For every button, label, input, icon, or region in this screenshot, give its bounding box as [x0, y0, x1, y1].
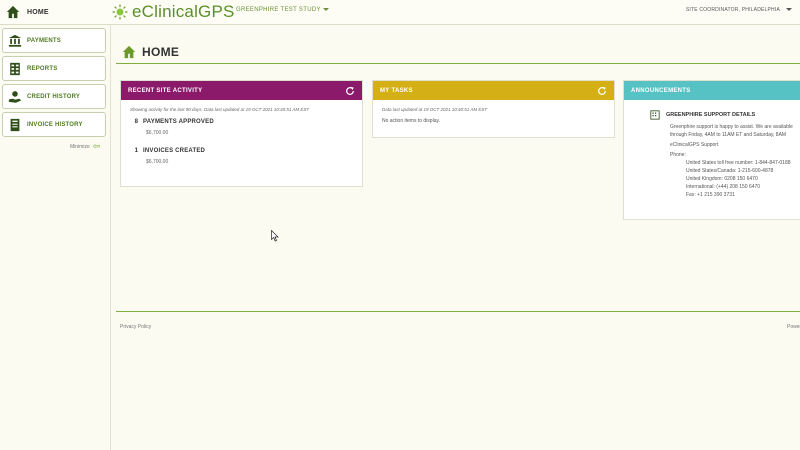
panel-title: ANNOUNCEMENTS	[631, 87, 691, 94]
study-name: GREENPHIRE TEST STUDY	[236, 7, 321, 13]
recent-activity-panel: RECENT SITE ACTIVITY Showing activity fo…	[120, 80, 363, 187]
minimize-label: Minimize	[70, 143, 90, 150]
hand-money-icon	[8, 90, 22, 103]
study-selector[interactable]: GREENPHIRE TEST STUDY	[236, 7, 329, 13]
panel-header: RECENT SITE ACTIVITY	[121, 81, 362, 100]
privacy-policy-link[interactable]: Privacy Policy	[120, 324, 151, 330]
user-menu[interactable]: SITE COORDINATOR, PHILADELPHIA	[686, 7, 792, 13]
sidebar-item-invoice-history[interactable]: INVOICE HISTORY	[2, 112, 106, 137]
brand-name: eClinicalGPS	[132, 2, 235, 21]
stat-invoices-created: 1 INVOICES CREATED	[130, 148, 353, 154]
refresh-icon[interactable]	[345, 86, 355, 96]
stat-count: 8	[134, 119, 138, 125]
tasks-note: Data last updated at 19 OCT 2021 10:40:5…	[382, 107, 488, 112]
phone-line: United States toll free number: 1-844-84…	[686, 160, 791, 166]
panel-body: Showing activity for the last 90 days. D…	[121, 100, 362, 172]
activity-note: Showing activity for the last 90 days. D…	[130, 107, 310, 112]
sidebar-item-label: INVOICE HISTORY	[27, 121, 83, 128]
user-role: SITE COORDINATOR, PHILADELPHIA	[685, 7, 780, 13]
arrow-left-icon: ⇦	[92, 141, 101, 151]
minimize-sidebar-button[interactable]: Minimize ⇦	[70, 141, 100, 152]
sidebar-item-label: PAYMENTS	[27, 37, 61, 44]
announcement-text: Greenphire support is happy to assist. W…	[670, 124, 793, 130]
home-nav-link[interactable]: HOME	[0, 0, 108, 24]
sidebar-item-payments[interactable]: PAYMENTS	[2, 28, 106, 53]
home-icon	[6, 5, 20, 19]
tasks-empty-message: No action items to display.	[382, 118, 440, 124]
sidebar-item-label: REPORTS	[27, 65, 58, 72]
bank-icon	[8, 34, 22, 47]
phone-label: Phone:	[670, 152, 686, 158]
panel-header: MY TASKS	[373, 81, 614, 100]
mouse-cursor-icon	[271, 230, 279, 242]
chevron-down-icon	[322, 7, 329, 11]
building-icon	[650, 110, 660, 120]
footer-divider	[116, 311, 800, 312]
announcement-heading: GREENPHIRE SUPPORT DETAILS	[666, 112, 756, 118]
panel-body: Data last updated at 19 OCT 2021 10:40:5…	[373, 100, 614, 131]
stat-count: 1	[134, 148, 138, 154]
page-header: HOME	[122, 45, 179, 59]
announcement-text: through Friday, 4AM to 11AM ET and Satur…	[670, 132, 787, 138]
panel-title: MY TASKS	[380, 87, 413, 94]
brand-logo: eClinicalGPS	[112, 2, 235, 22]
spreadsheet-icon	[10, 62, 20, 75]
panel-header: ANNOUNCEMENTS	[624, 81, 800, 100]
ledger-icon	[10, 118, 20, 131]
stat-amount: $6,700.00	[146, 130, 169, 136]
chevron-down-icon	[786, 8, 792, 12]
phone-line: Fax: +1 215 390 3731	[686, 192, 735, 198]
page-title: HOME	[142, 45, 180, 59]
phone-line: United States/Canada: 1-215-600-4878	[686, 168, 774, 174]
announcements-panel: ANNOUNCEMENTS GREENPHIRE SUPPORT DETAILS…	[623, 80, 800, 220]
stat-label: INVOICES CREATED	[143, 148, 206, 154]
panel-title: RECENT SITE ACTIVITY	[128, 87, 203, 94]
phone-line: United Kingdom: 0208 150 6470	[686, 176, 758, 182]
sidebar: PAYMENTS REPORTS CREDIT HISTORY INVOICE …	[0, 25, 111, 450]
powered-by-text: Powered	[787, 324, 800, 330]
stat-amount: $6,700.00	[146, 159, 169, 165]
home-nav-label: HOME	[27, 8, 49, 16]
refresh-icon[interactable]	[597, 86, 607, 96]
stat-payments-approved: 8 PAYMENTS APPROVED	[130, 119, 353, 125]
sidebar-item-credit-history[interactable]: CREDIT HISTORY	[2, 84, 106, 109]
sun-logo-icon	[112, 4, 128, 20]
announcement-heading-row: GREENPHIRE SUPPORT DETAILS	[650, 110, 800, 120]
sidebar-item-label: CREDIT HISTORY	[27, 93, 81, 100]
stat-label: PAYMENTS APPROVED	[143, 119, 214, 125]
phone-line: International: (+44) 208 150 6470	[686, 184, 761, 190]
panel-body: GREENPHIRE SUPPORT DETAILS Greenphire su…	[624, 100, 800, 199]
my-tasks-panel: MY TASKS Data last updated at 19 OCT 202…	[372, 80, 615, 138]
support-label: eClinicalGPS Support	[670, 142, 719, 148]
sidebar-item-reports[interactable]: REPORTS	[2, 56, 106, 81]
header-divider	[116, 63, 800, 64]
home-icon	[122, 45, 136, 59]
top-bar: HOME eClinicalGPS GREENPHIRE TEST STUDY …	[0, 0, 800, 25]
